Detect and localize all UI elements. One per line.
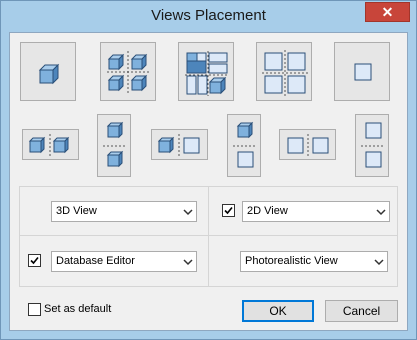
two-2d-side-by-side-tile[interactable] (279, 129, 336, 160)
bottom-right-view-value: Photorealistic View (245, 255, 338, 267)
ok-button[interactable]: OK (242, 300, 314, 322)
bottom-right-view-select[interactable]: Photorealistic View (240, 251, 388, 272)
bottom-left-view-select[interactable]: Database Editor (51, 251, 197, 272)
chevron-down-icon (183, 259, 193, 266)
two-3d-side-by-side-tile[interactable] (22, 129, 79, 160)
single-2d-view-tile[interactable] (334, 42, 390, 101)
views-placement-dialog: Views Placement ✕ 3D View 2D View Databa… (0, 0, 417, 340)
close-button[interactable]: ✕ (365, 2, 410, 22)
panel-bottom-right: Photorealistic View (208, 235, 398, 287)
bottom-left-view-checkbox[interactable] (28, 254, 41, 267)
top-right-view-value: 2D View (247, 205, 288, 217)
top-left-view-select[interactable]: 3D View (51, 201, 197, 222)
two-squares-horizontal-icon (287, 134, 329, 157)
mixed-views-tile[interactable] (178, 42, 234, 101)
close-icon: ✕ (381, 4, 394, 20)
title-bar: Views Placement ✕ (1, 1, 416, 32)
top-right-view-checkbox[interactable] (222, 204, 235, 217)
four-3d-views-tile[interactable] (100, 42, 156, 101)
panel-bottom-left: Database Editor (19, 235, 209, 287)
chevron-down-icon (374, 259, 384, 266)
top-left-view-value: 3D View (56, 205, 97, 217)
3d-and-2d-side-by-side-tile[interactable] (151, 129, 208, 160)
single-3d-view-tile[interactable] (20, 42, 76, 101)
chevron-down-icon (183, 209, 193, 216)
two-cubes-horizontal-icon (28, 134, 70, 157)
cube-square-horizontal-icon (157, 134, 200, 157)
cube-icon (38, 63, 60, 85)
four-squares-icon (262, 50, 308, 96)
top-right-view-select[interactable]: 2D View (242, 201, 390, 222)
checkmark-icon (30, 256, 39, 265)
two-2d-stacked-tile[interactable] (355, 114, 389, 177)
3d-over-2d-stacked-tile[interactable] (227, 114, 261, 177)
four-2d-views-tile[interactable] (256, 42, 312, 101)
bottom-left-view-value: Database Editor (56, 255, 135, 267)
checkmark-icon (224, 206, 233, 215)
cancel-button[interactable]: Cancel (325, 300, 398, 322)
dialog-title: Views Placement (151, 7, 266, 24)
two-squares-vertical-icon (361, 122, 385, 168)
square-icon (354, 63, 372, 81)
two-3d-stacked-tile[interactable] (97, 114, 131, 177)
dialog-content: 3D View 2D View Database Editor Photorea… (9, 32, 408, 331)
panel-top-right: 2D View (208, 186, 398, 236)
set-default-label: Set as default (44, 303, 112, 315)
panel-top-left: 3D View (19, 186, 209, 236)
mixed-views-icon (185, 51, 229, 96)
four-cubes-icon (107, 51, 151, 94)
two-cubes-vertical-icon (103, 121, 127, 168)
chevron-down-icon (376, 209, 386, 216)
cube-square-vertical-icon (233, 121, 257, 168)
set-default-checkbox[interactable] (28, 303, 41, 316)
